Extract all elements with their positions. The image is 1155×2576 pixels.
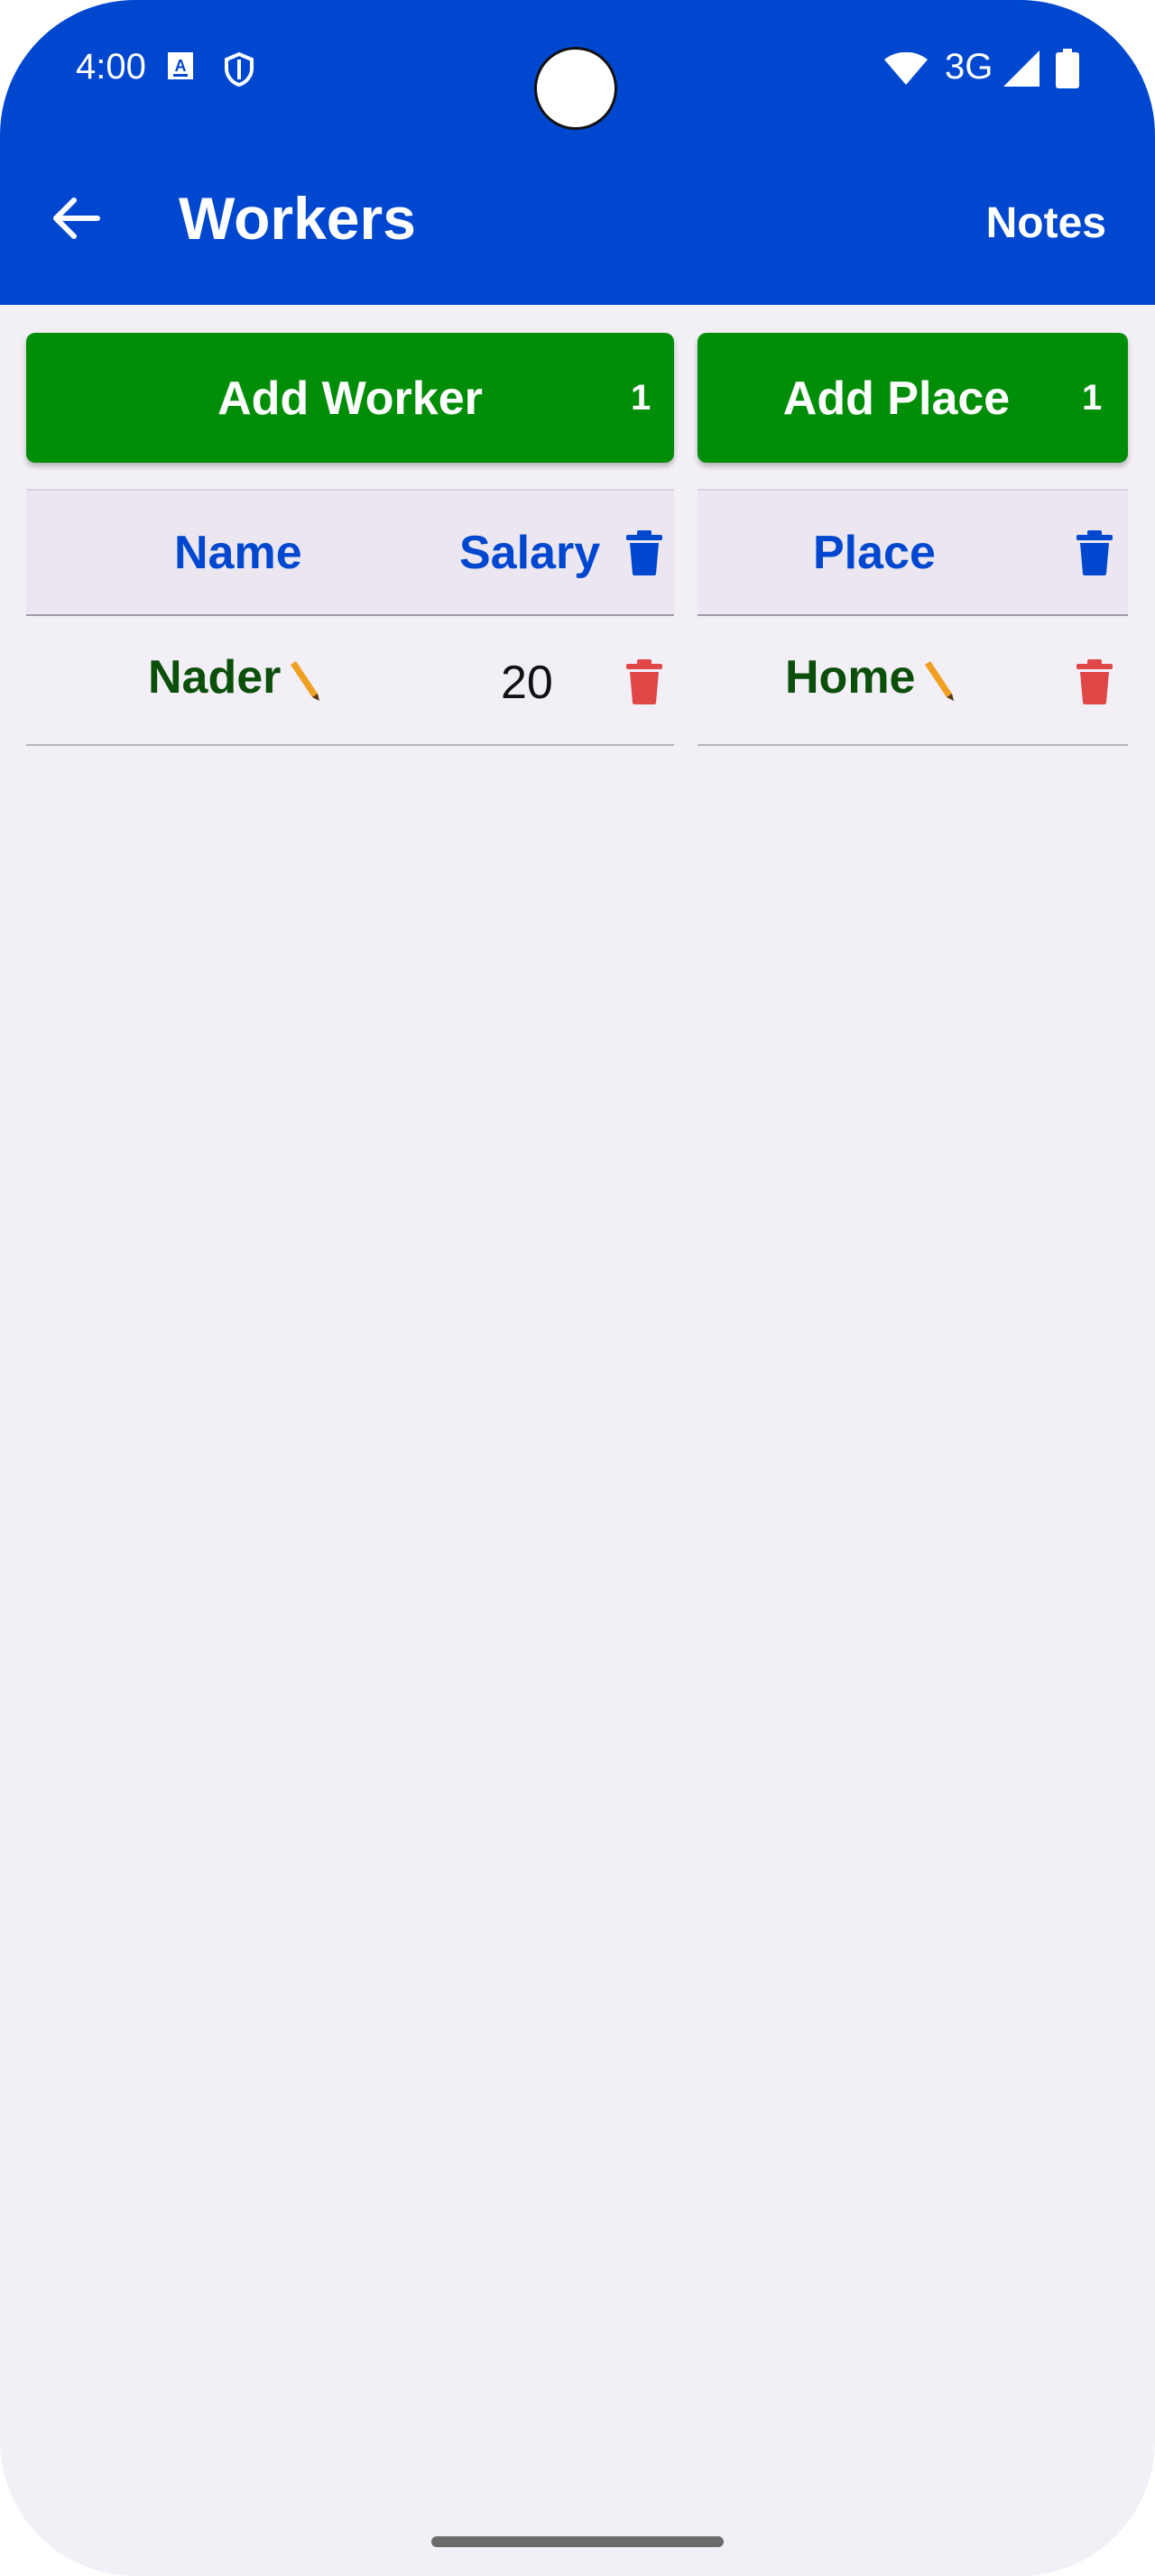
gesture-nav-bar[interactable] [431, 2536, 724, 2547]
places-table-header: Place [698, 489, 1128, 616]
delete-all-workers-icon[interactable] [626, 530, 662, 575]
delete-place-icon[interactable] [1076, 659, 1113, 704]
shield-icon [225, 52, 254, 87]
workers-table-header: Name Salary [26, 489, 674, 616]
place-name[interactable]: Home [785, 650, 915, 704]
a11y-icon: A [168, 52, 193, 79]
name-column-header: Name [174, 527, 302, 579]
place-column-header: Place [813, 527, 936, 579]
add-place-button[interactable]: Add Place 1 [698, 333, 1128, 463]
worker-name[interactable]: Nader [148, 650, 281, 704]
delete-all-places-icon[interactable] [1076, 530, 1113, 575]
add-worker-label: Add Worker [217, 373, 483, 425]
status-time: 4:00 [76, 47, 146, 87]
table-row[interactable]: Home [698, 614, 1128, 746]
table-row[interactable]: Nader 20 [26, 614, 674, 746]
edit-pencil-icon[interactable] [921, 658, 957, 701]
worker-count: 1 [631, 378, 651, 418]
screen: 4:00 A 3G Workers Notes Add Worker 1 Nam… [0, 0, 1155, 2576]
wifi-icon [884, 52, 928, 85]
network-type: 3G [945, 47, 993, 87]
delete-worker-icon[interactable] [626, 659, 662, 704]
salary-column-header: Salary [459, 527, 601, 579]
place-count: 1 [1082, 378, 1103, 418]
add-worker-button[interactable]: Add Worker 1 [26, 333, 674, 463]
camera-cutout [534, 47, 617, 130]
page-title: Workers [179, 185, 416, 252]
back-arrow-icon[interactable] [47, 189, 105, 247]
edit-pencil-icon[interactable] [287, 658, 323, 701]
battery-icon [1056, 49, 1079, 88]
signal-icon [1003, 51, 1040, 87]
worker-salary: 20 [501, 657, 553, 709]
top-app-bar: 4:00 A 3G Workers Notes [0, 0, 1155, 305]
add-place-label: Add Place [782, 373, 1011, 425]
notes-button[interactable]: Notes [986, 198, 1106, 248]
svg-text:A: A [175, 57, 187, 75]
